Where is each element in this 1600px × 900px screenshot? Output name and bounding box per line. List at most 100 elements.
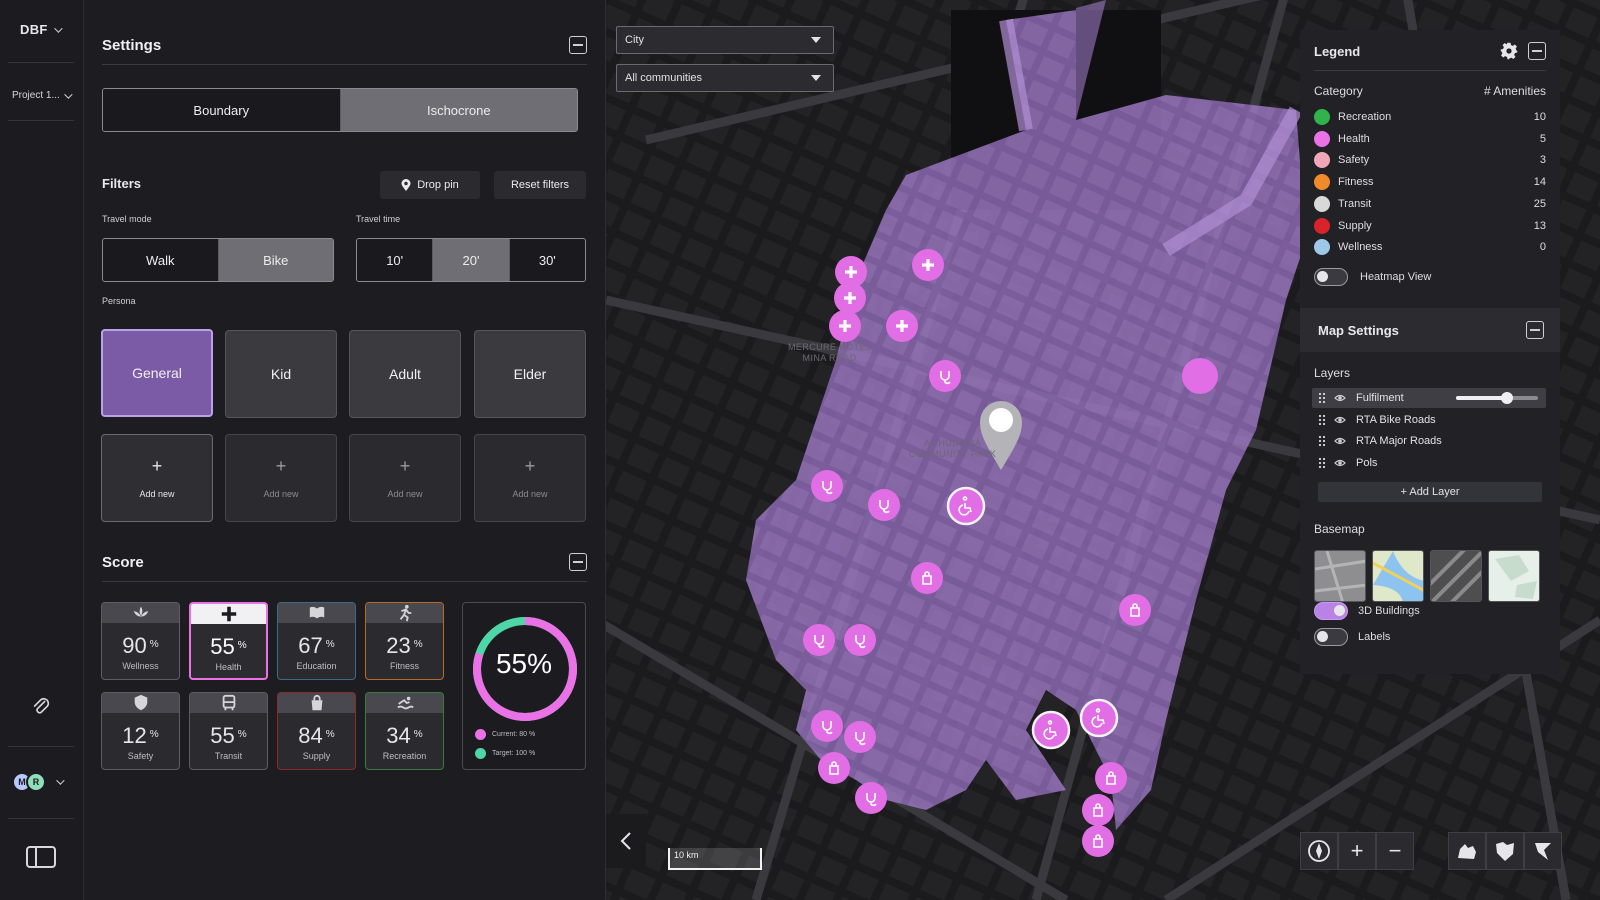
target-swatch bbox=[475, 748, 486, 759]
book-icon bbox=[309, 606, 324, 619]
travel-mode-walk[interactable]: Walk bbox=[103, 239, 218, 281]
eye-icon[interactable] bbox=[1334, 392, 1346, 404]
collapse-legend-button[interactable] bbox=[1528, 42, 1546, 60]
collapse-map-settings-button[interactable] bbox=[1526, 321, 1544, 339]
amenity-marker[interactable] bbox=[911, 562, 943, 594]
amenity-marker[interactable] bbox=[1119, 594, 1151, 626]
add-persona-button[interactable]: + Add new bbox=[101, 434, 213, 522]
drag-handle-icon[interactable] bbox=[1318, 392, 1326, 404]
city-select[interactable]: City bbox=[616, 26, 834, 54]
add-persona-button[interactable]: + Add new bbox=[349, 434, 461, 522]
score-tile-supply[interactable]: 84% Supply bbox=[277, 692, 356, 770]
drop-pin-button[interactable]: Drop pin bbox=[380, 171, 480, 199]
amenity-marker[interactable] bbox=[1031, 710, 1071, 750]
score-tile-education[interactable]: 67% Education bbox=[277, 602, 356, 680]
score-tile-recreation[interactable]: 34% Recreation bbox=[365, 692, 444, 770]
add-layer-button[interactable]: + Add Layer bbox=[1318, 482, 1542, 502]
slider-handle[interactable] bbox=[1500, 392, 1513, 404]
basemap-option-satellite[interactable] bbox=[1430, 550, 1482, 602]
eye-icon[interactable] bbox=[1334, 435, 1346, 447]
score-tile-transit[interactable]: 55% Transit bbox=[189, 692, 268, 770]
amenity-marker[interactable] bbox=[834, 282, 866, 314]
drag-handle-icon[interactable] bbox=[1318, 435, 1326, 447]
amenity-marker[interactable] bbox=[844, 721, 876, 753]
tab-boundary[interactable]: Boundary bbox=[103, 89, 340, 131]
amenity-marker[interactable] bbox=[1095, 762, 1127, 794]
travel-time-30[interactable]: 30' bbox=[508, 239, 585, 281]
amenity-marker[interactable] bbox=[811, 470, 843, 502]
collapse-settings-button[interactable] bbox=[569, 36, 587, 54]
compass-button[interactable] bbox=[1300, 832, 1338, 870]
drag-handle-icon[interactable] bbox=[1318, 413, 1326, 426]
legend-item-supply[interactable]: Supply 13 bbox=[1314, 217, 1546, 235]
legend-item-safety[interactable]: Safety 3 bbox=[1314, 151, 1546, 169]
amenity-marker[interactable] bbox=[803, 624, 835, 656]
layer-item[interactable]: Pols bbox=[1312, 453, 1546, 473]
amenity-marker[interactable] bbox=[811, 710, 843, 742]
layer-opacity-slider[interactable] bbox=[1456, 392, 1538, 404]
amenity-marker[interactable] bbox=[1182, 358, 1218, 394]
score-tile-safety[interactable]: 12% Safety bbox=[101, 692, 180, 770]
travel-time-10[interactable]: 10' bbox=[357, 239, 433, 281]
travel-time-20[interactable]: 20' bbox=[432, 239, 509, 281]
amenity-marker[interactable] bbox=[818, 752, 850, 784]
draw-region-button[interactable] bbox=[1486, 832, 1524, 870]
heatmap-toggle[interactable] bbox=[1314, 268, 1348, 286]
persona-kid[interactable]: Kid bbox=[225, 330, 337, 418]
travel-mode-bike[interactable]: Bike bbox=[217, 239, 333, 281]
community-select[interactable]: All communities bbox=[616, 64, 834, 92]
legend-item-wellness[interactable]: Wellness 0 bbox=[1314, 238, 1546, 256]
persona-general[interactable]: General bbox=[101, 329, 213, 417]
labels-toggle[interactable] bbox=[1314, 628, 1348, 646]
eye-icon[interactable] bbox=[1334, 457, 1346, 469]
basemap-option-light[interactable] bbox=[1488, 550, 1540, 602]
zoom-out-button[interactable]: − bbox=[1376, 832, 1414, 870]
eye-icon[interactable] bbox=[1334, 414, 1346, 426]
legend-item-recreation[interactable]: Recreation 10 bbox=[1314, 108, 1546, 126]
legend-item-transit[interactable]: Transit 25 bbox=[1314, 195, 1546, 213]
toggle-panel-icon[interactable] bbox=[26, 846, 56, 868]
category-count: 3 bbox=[1539, 154, 1546, 167]
map-settings-title: Map Settings bbox=[1318, 322, 1399, 338]
persona-elder[interactable]: Elder bbox=[474, 330, 586, 418]
workspace-switcher[interactable]: DBF bbox=[20, 22, 63, 37]
amenity-marker[interactable] bbox=[868, 489, 900, 521]
tab-ischocrone[interactable]: Ischocrone bbox=[339, 89, 577, 131]
amenity-marker[interactable] bbox=[1082, 825, 1114, 857]
reset-filters-button[interactable]: Reset filters bbox=[494, 171, 586, 199]
amenity-marker[interactable] bbox=[844, 624, 876, 656]
paperclip-icon[interactable] bbox=[30, 696, 52, 718]
amenity-marker[interactable] bbox=[1082, 794, 1114, 826]
legend-item-fitness[interactable]: Fitness 14 bbox=[1314, 173, 1546, 191]
add-persona-button[interactable]: + Add new bbox=[474, 434, 586, 522]
drag-handle-icon[interactable] bbox=[1318, 456, 1326, 469]
amenity-marker[interactable] bbox=[946, 486, 986, 526]
add-persona-button[interactable]: + Add new bbox=[225, 434, 337, 522]
persona-adult[interactable]: Adult bbox=[349, 330, 461, 418]
legend-item-health[interactable]: Health 5 bbox=[1314, 130, 1546, 148]
score-tile-wellness[interactable]: 90% Wellness bbox=[101, 602, 180, 680]
basemap-option-gray[interactable] bbox=[1314, 550, 1366, 602]
amenity-marker[interactable] bbox=[855, 782, 887, 814]
score-value: 55% bbox=[210, 634, 247, 659]
score-tile-health[interactable]: 55% Health bbox=[189, 602, 268, 680]
amenity-marker[interactable] bbox=[912, 249, 944, 281]
3d-buildings-toggle[interactable] bbox=[1314, 602, 1348, 620]
project-switcher[interactable]: Project 1... bbox=[12, 89, 73, 101]
score-tile-fitness[interactable]: 23% Fitness bbox=[365, 602, 444, 680]
collapse-score-button[interactable] bbox=[569, 553, 587, 571]
layer-item[interactable]: RTA Major Roads bbox=[1312, 431, 1546, 451]
zoom-in-button[interactable]: + bbox=[1338, 832, 1376, 870]
draw-area-button[interactable] bbox=[1448, 832, 1486, 870]
layer-item[interactable]: Fulfilment bbox=[1312, 388, 1546, 408]
amenity-marker[interactable] bbox=[886, 310, 918, 342]
amenity-marker[interactable] bbox=[829, 310, 861, 342]
collapse-panel-button[interactable] bbox=[606, 814, 646, 868]
amenity-marker[interactable] bbox=[929, 360, 961, 392]
layer-item[interactable]: RTA Bike Roads bbox=[1312, 410, 1546, 430]
gear-icon[interactable] bbox=[1500, 42, 1518, 60]
basemap-option-streets[interactable] bbox=[1372, 550, 1424, 602]
collaborator-avatars[interactable]: M R bbox=[12, 772, 65, 792]
draw-line-button[interactable] bbox=[1524, 832, 1562, 870]
amenity-marker[interactable] bbox=[1079, 698, 1119, 738]
